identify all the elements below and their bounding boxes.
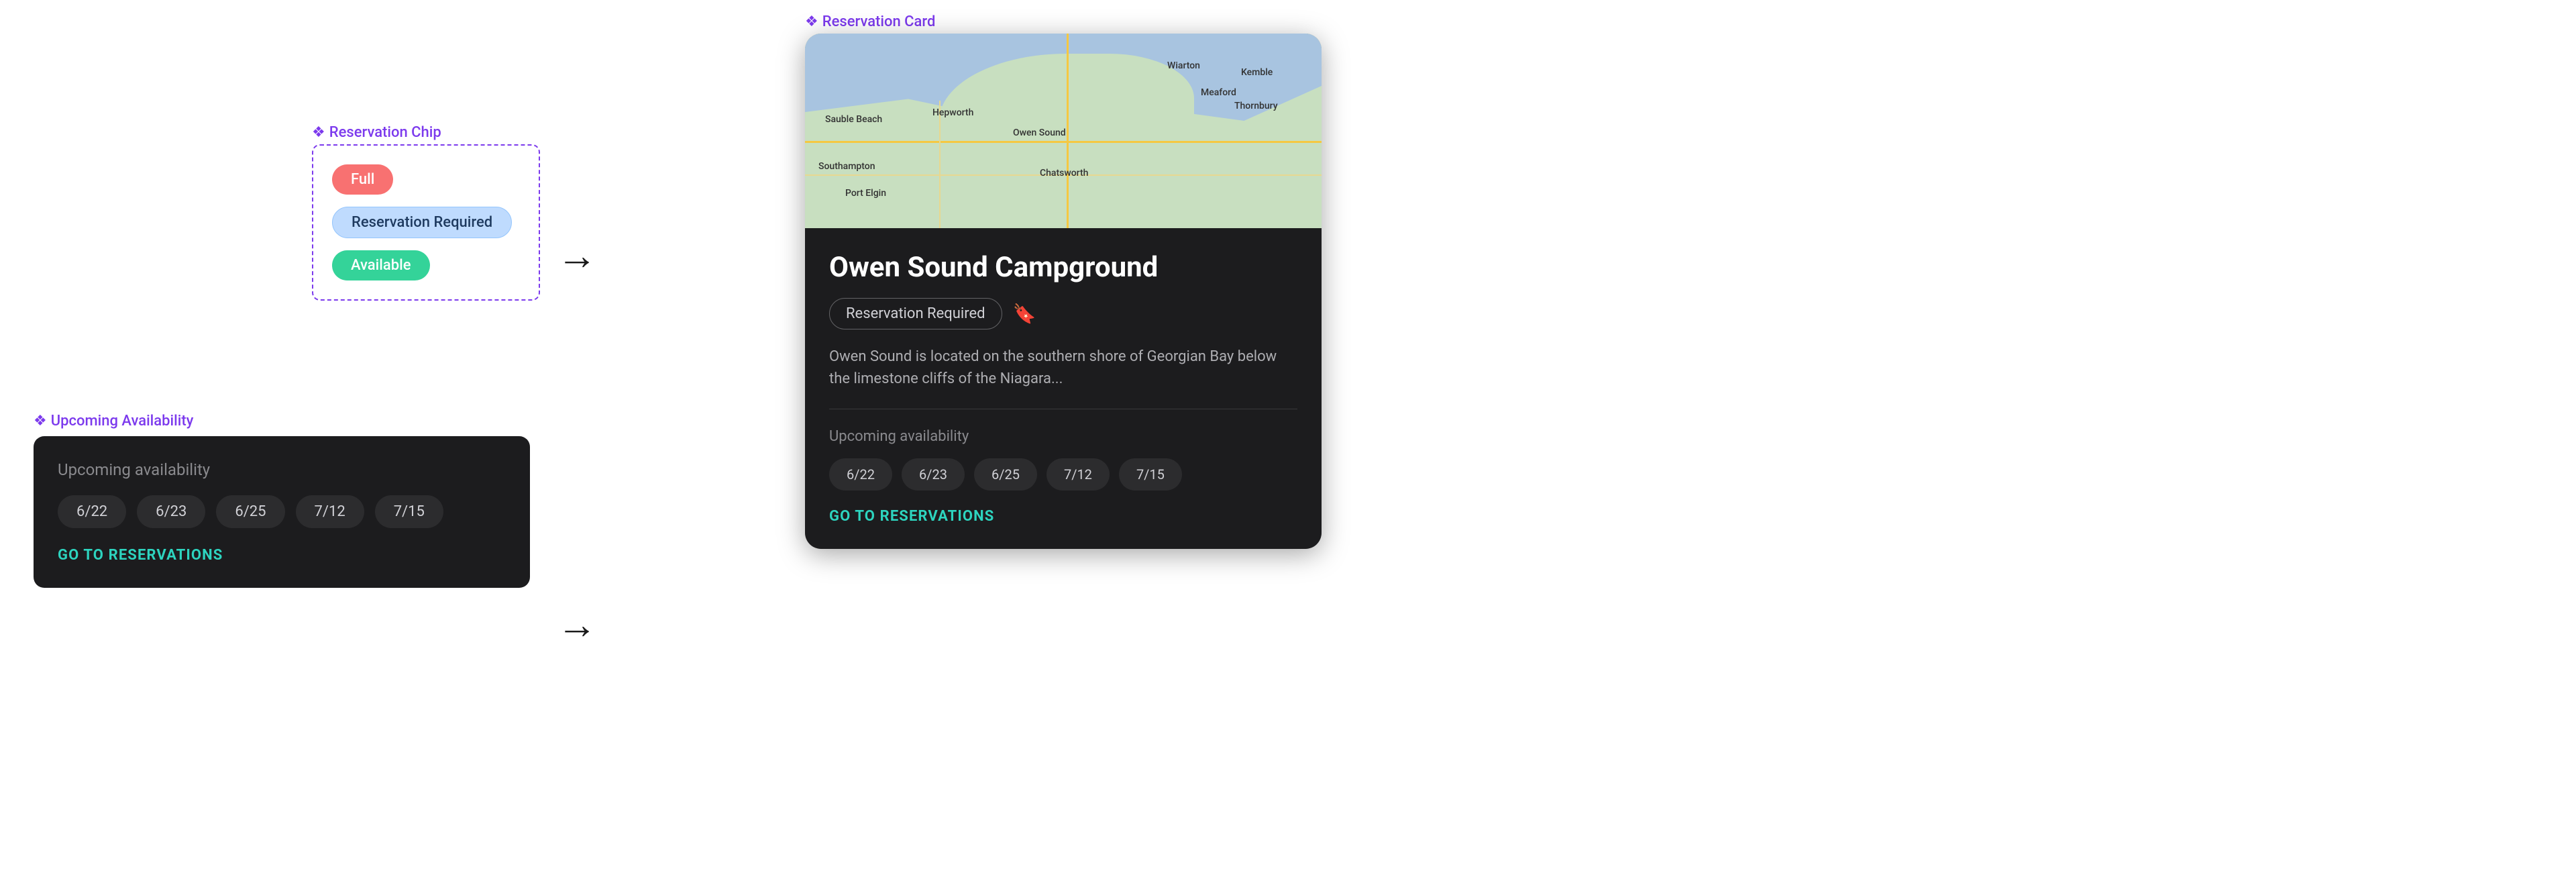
card-go-reservations-button[interactable]: GO TO RESERVATIONS [829,508,1297,525]
date-chip-0[interactable]: 6/22 [58,495,126,528]
chip-to-card-arrow: → [557,232,597,279]
chip-box: Full Reservation Required Available [312,144,540,301]
date-chip-3[interactable]: 7/12 [296,495,364,528]
map-label: Kemble [1241,67,1273,78]
card-description: Owen Sound is located on the southern sh… [829,346,1297,390]
map-label: Sauble Beach [825,114,882,125]
map-label: Southampton [818,161,875,172]
map-label: Chatsworth [1040,168,1088,178]
reservation-card: Wiarton Kemble Sauble Beach Hepworth Meaford… [805,34,1322,549]
go-reservations-button[interactable]: GO TO RESERVATIONS [58,547,506,564]
map-label: Hepworth [932,107,973,118]
card-date-3[interactable]: 7/12 [1046,458,1110,491]
map-road-v1 [1067,34,1069,228]
card-map: Wiarton Kemble Sauble Beach Hepworth Meaford… [805,34,1322,228]
map-label: Owen Sound [1013,127,1066,138]
chip-full[interactable]: Full [332,164,393,195]
date-chip-1[interactable]: 6/23 [137,495,205,528]
avail-box-label: Upcoming availability [58,460,506,479]
map-label: Port Elgin [845,188,886,199]
card-date-4[interactable]: 7/15 [1119,458,1182,491]
card-title: Owen Sound Campground [829,252,1297,283]
upcoming-availability-box: Upcoming availability 6/22 6/23 6/25 7/1… [34,436,530,588]
card-chips-row: Reservation Required 🔖 [829,298,1297,329]
card-avail-label: Upcoming availability [829,428,1297,445]
avail-dates-row: 6/22 6/23 6/25 7/12 7/15 [58,495,506,528]
card-dates-row: 6/22 6/23 6/25 7/12 7/15 [829,458,1297,491]
card-date-2[interactable]: 6/25 [974,458,1037,491]
card-body: Owen Sound Campground Reservation Requir… [805,228,1322,549]
bookmark-icon[interactable]: 🔖 [1013,303,1036,325]
chip-reservation[interactable]: Reservation Required [332,207,512,238]
date-chip-4[interactable]: 7/15 [375,495,443,528]
avail-to-card-arrow: → [557,601,597,648]
map-label: Meaford [1201,87,1236,98]
date-chip-2[interactable]: 6/25 [216,495,284,528]
diamond-icon-3: ❖ [805,13,818,30]
chip-available[interactable]: Available [332,250,430,280]
avail-section-label: ❖ Upcoming Availability [34,413,193,429]
diamond-icon: ❖ [312,124,325,141]
map-label: Thornbury [1234,101,1278,111]
card-date-1[interactable]: 6/23 [902,458,965,491]
map-road-h1 [805,141,1322,143]
map-road-v2 [939,101,941,228]
chip-section-label: ❖ Reservation Chip [312,124,441,141]
card-section-label: ❖ Reservation Card [805,13,935,30]
diamond-icon-2: ❖ [34,413,47,429]
map-label: Wiarton [1167,60,1200,71]
card-date-0[interactable]: 6/22 [829,458,892,491]
card-chip-reservation[interactable]: Reservation Required [829,298,1002,329]
